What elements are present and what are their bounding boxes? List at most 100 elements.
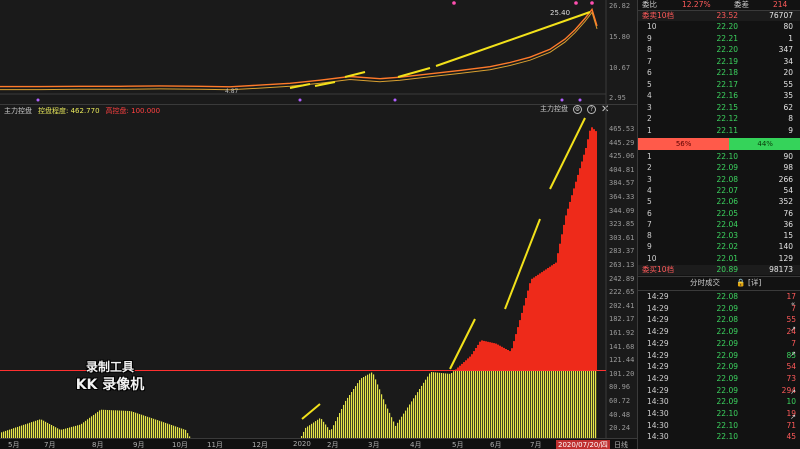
time-axis-label: 8月: [92, 441, 104, 449]
peak-price-label: 25.40: [550, 9, 570, 17]
sell-level-row[interactable]: 3 22.15 62: [638, 103, 800, 113]
indicator-bar-high: [485, 341, 487, 371]
buy-level-row[interactable]: 10 22.01 129: [638, 254, 800, 264]
indicator-bar-high: [529, 283, 531, 371]
indicator-bar-high: [525, 298, 527, 371]
indicator-bar-low: [339, 413, 341, 438]
buy-level: 1: [647, 152, 652, 161]
buy-level-row[interactable]: 6 22.05 76: [638, 209, 800, 219]
indicator-bar-low: [563, 370, 565, 438]
sell-level-row[interactable]: 7 22.19 34: [638, 57, 800, 67]
event-marker: [393, 98, 397, 102]
indicator-bar-low: [455, 370, 457, 438]
indicator-bar-low: [389, 412, 391, 438]
side-icon-up[interactable]: ↗: [786, 325, 800, 333]
lock-icon[interactable]: 🔒: [736, 278, 745, 288]
indicator-bar-low: [459, 370, 461, 438]
sell-level-row[interactable]: 8 22.20 347: [638, 45, 800, 55]
time-axis-label: 2月: [327, 441, 339, 449]
side-icon-collapse[interactable]: «: [786, 300, 800, 308]
indicator-bar-low: [343, 404, 345, 438]
indicator-bar-low: [19, 426, 21, 438]
indicator-bar-low: [345, 400, 347, 438]
ticks-detail-link[interactable]: [详]: [748, 278, 761, 288]
moving-average-line: [0, 11, 598, 91]
indicator-bar-high: [593, 129, 595, 371]
sell-level: 4: [647, 91, 652, 100]
tick-time: 14:29: [647, 327, 669, 337]
indicator-bar-high: [515, 334, 517, 371]
sell-level-row[interactable]: 5 22.17 55: [638, 80, 800, 90]
indicator-bar-high: [479, 341, 481, 371]
buy-level-row[interactable]: 5 22.06 352: [638, 197, 800, 207]
side-icon-up[interactable]: ↗: [786, 388, 800, 396]
indicator-bar-low: [151, 418, 153, 438]
sell-price: 22.11: [716, 125, 738, 135]
indicator-bar-low: [133, 412, 135, 438]
indicator-bar-low: [87, 419, 89, 438]
sell-level-row[interactable]: 6 22.18 20: [638, 68, 800, 78]
buy-volume: 140: [778, 242, 793, 252]
indicator-bar-low: [53, 426, 55, 438]
tick-volume: 45: [786, 432, 796, 442]
buy-level: 9: [647, 242, 652, 252]
indicator-bar-low: [145, 416, 147, 438]
indicator-bar-low: [311, 423, 313, 438]
chart-area[interactable]: 25.40 4.87 26.82 15.80 10.67 2.95 主力控盘 控盘…: [0, 0, 637, 449]
tick-price: 22.08: [716, 292, 738, 301]
tick-time: 14:29: [647, 350, 669, 360]
sell-level-row[interactable]: 4 22.16 35: [638, 91, 800, 101]
indicator-bar-high: [589, 130, 591, 371]
tick-price: 22.09: [716, 303, 738, 313]
indicator-bar-low: [107, 410, 109, 438]
sell-header-label: 委卖10档: [642, 11, 675, 20]
indicator-bar-low: [367, 374, 369, 438]
tick-volume: 10: [786, 397, 796, 407]
sell-level-row[interactable]: 10 22.20 80: [638, 22, 800, 32]
indicator-bar-low: [41, 419, 43, 438]
indicator-bar-low: [383, 399, 385, 438]
price-chart[interactable]: 25.40 4.87: [0, 0, 637, 104]
indicator-bar-high: [509, 351, 511, 371]
buy-level-row[interactable]: 2 22.09 98: [638, 163, 800, 173]
indicator-bar-low: [79, 424, 81, 438]
indicator-bar-low: [9, 429, 11, 438]
buy-level-row[interactable]: 1 22.10 90: [638, 152, 800, 162]
indicator-bar-low: [585, 370, 587, 438]
watermark-line1: 录制工具: [85, 360, 134, 374]
indicator-bar-low: [447, 373, 449, 438]
side-icon-up[interactable]: ↗: [786, 350, 800, 358]
buy-level-row[interactable]: 7 22.04 36: [638, 220, 800, 230]
indicator-bar-low: [33, 421, 35, 438]
indicator-bar-low: [37, 420, 39, 438]
side-icon-up[interactable]: ↗: [786, 413, 800, 421]
indicator-axis-label: 60.72: [609, 397, 631, 405]
diff-label: 委差: [734, 0, 749, 9]
event-marker: [36, 98, 40, 102]
indicator-bar-low: [349, 395, 351, 438]
buy-level-row[interactable]: 3 22.08 266: [638, 175, 800, 185]
period-label[interactable]: 日线: [614, 440, 628, 449]
buy-level-row[interactable]: 9 22.02 140: [638, 242, 800, 252]
indicator-bar-low: [393, 421, 395, 438]
trend-arrow: [435, 11, 591, 67]
buy-level-row[interactable]: 4 22.07 54: [638, 186, 800, 196]
sell-level-row[interactable]: 1 22.11 9: [638, 126, 800, 136]
indicator-bar-high: [595, 131, 597, 371]
indicator-bar-low: [499, 370, 501, 438]
indicator-bar-low: [307, 426, 309, 438]
time-axis-label: 4月: [410, 441, 422, 449]
indicator-bar-low: [539, 370, 541, 438]
diff-value: 214: [773, 0, 788, 9]
buy-header-vol: 98173: [769, 265, 793, 274]
sell-level: 5: [647, 79, 652, 89]
indicator-bar-high: [477, 344, 479, 371]
tick-time: 14:29: [647, 373, 669, 383]
sell-level-row[interactable]: 2 22.12 8: [638, 114, 800, 124]
time-axis[interactable]: 5月 7月 8月 9月 10月 11月 12月 2020 2月 3月 4月 5月 6月 7月 2020/07…: [0, 438, 637, 449]
buy-level-row[interactable]: 8 22.03 15: [638, 231, 800, 241]
indicator-bar-low: [507, 370, 509, 438]
sell-level-row[interactable]: 9 22.21 1: [638, 34, 800, 44]
sell-price: 22.21: [716, 33, 738, 43]
indicator-bar-low: [321, 419, 323, 438]
